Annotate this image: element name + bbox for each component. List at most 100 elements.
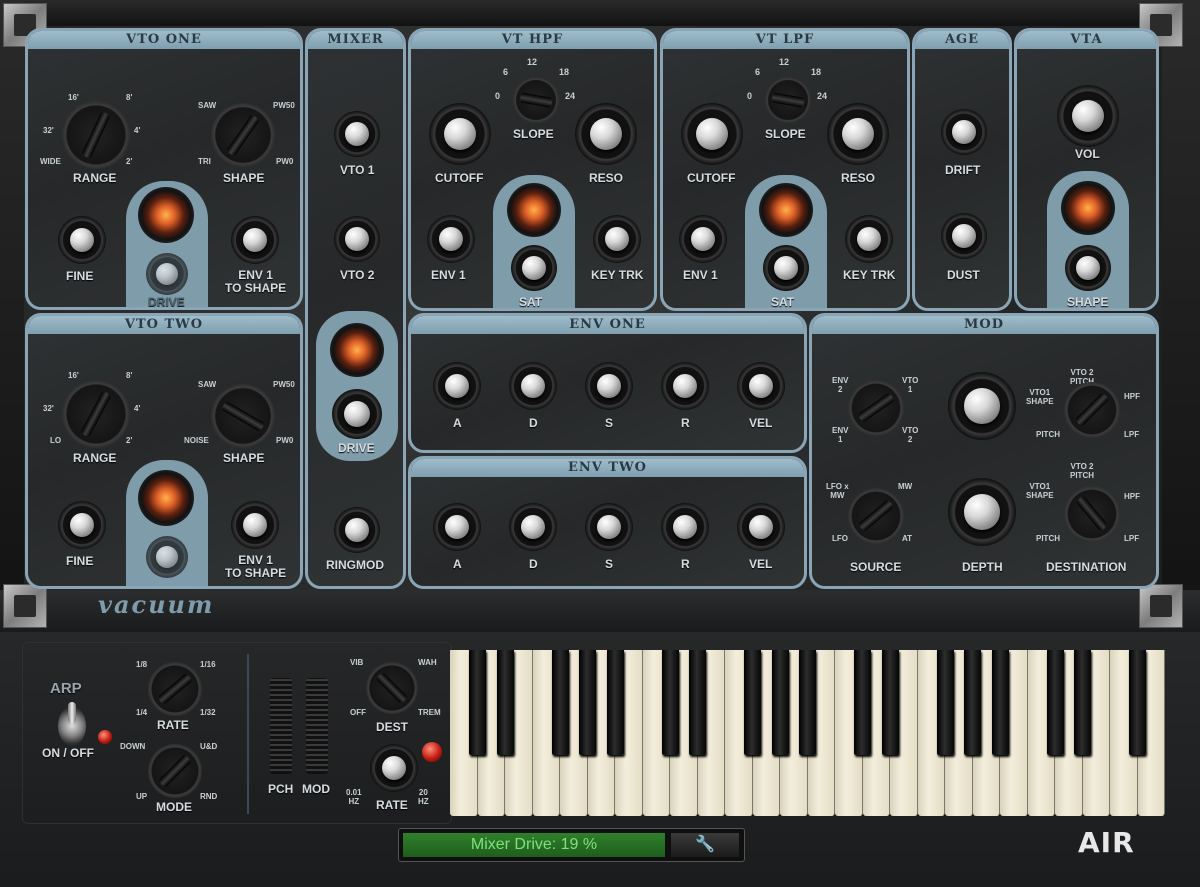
- env1-release-knob[interactable]: [661, 362, 709, 410]
- env2-release-knob[interactable]: [661, 503, 709, 551]
- drive-knob[interactable]: [146, 536, 188, 578]
- panel-title: MIXER: [308, 31, 403, 49]
- range-selector[interactable]: [62, 380, 130, 448]
- corner-bracket: [3, 584, 47, 628]
- slope-mark: 24: [817, 91, 828, 101]
- env1-velocity-knob[interactable]: [737, 362, 785, 410]
- mod2-depth-knob[interactable]: [948, 478, 1016, 546]
- vta-tube-icon: [1061, 181, 1115, 235]
- lfo-rate-knob[interactable]: [370, 744, 418, 792]
- mixer-panel: MIXER VTO 1 VTO 2 DRIVE RINGMOD: [305, 28, 406, 589]
- shape-selector[interactable]: [211, 103, 275, 167]
- hpf-cutoff-knob[interactable]: [429, 103, 491, 165]
- attack-label: A: [453, 557, 462, 571]
- env1-to-shape-knob[interactable]: [231, 501, 279, 549]
- black-key[interactable]: [661, 650, 679, 755]
- range-mark: 16': [68, 93, 79, 102]
- vto2-level-knob[interactable]: [334, 216, 380, 262]
- mod2-source-selector[interactable]: [848, 488, 904, 544]
- black-key[interactable]: [744, 650, 761, 755]
- black-key[interactable]: [991, 650, 1009, 755]
- hpf-env1-knob[interactable]: [427, 215, 475, 263]
- mod-sel-mark: VTO 2: [902, 426, 919, 444]
- divider: [247, 654, 249, 814]
- settings-button[interactable]: 🔧: [671, 833, 739, 857]
- env1-sustain-knob[interactable]: [585, 362, 633, 410]
- parameter-display: Mixer Drive: 19 %: [403, 833, 665, 857]
- env1-to-shape-knob[interactable]: [231, 216, 279, 264]
- dust-knob[interactable]: [941, 213, 987, 259]
- cutoff-label: CUTOFF: [435, 171, 484, 185]
- fine-knob[interactable]: [58, 501, 106, 549]
- lfo-dest-selector[interactable]: [366, 662, 418, 714]
- fine-knob[interactable]: [58, 216, 106, 264]
- hpf-key-trk-knob[interactable]: [593, 215, 641, 263]
- mod2-destination-selector[interactable]: [1064, 486, 1120, 542]
- release-label: R: [681, 416, 690, 430]
- hpf-sat-knob[interactable]: [511, 245, 557, 291]
- panel-title: AGE: [915, 31, 1009, 49]
- arp-mode-label: MODE: [156, 800, 192, 814]
- vta-shape-knob[interactable]: [1065, 245, 1111, 291]
- lpf-env1-knob[interactable]: [679, 215, 727, 263]
- black-key[interactable]: [964, 650, 981, 755]
- lpf-reso-knob[interactable]: [827, 103, 889, 165]
- black-key[interactable]: [1074, 650, 1091, 755]
- lpf-cutoff-knob[interactable]: [681, 103, 743, 165]
- hpf-reso-knob[interactable]: [575, 103, 637, 165]
- drift-knob[interactable]: [941, 109, 987, 155]
- shape-mark: PW50: [273, 380, 295, 389]
- black-key[interactable]: [1129, 650, 1146, 755]
- lfo-rate-mark: 0.01 HZ: [346, 788, 362, 806]
- sustain-label: S: [605, 557, 614, 571]
- ringmod-label: RINGMOD: [326, 558, 384, 572]
- black-key[interactable]: [881, 650, 899, 755]
- corner-bracket: [1139, 584, 1183, 628]
- lfo-dest-mark: TREM: [418, 708, 441, 717]
- lpf-key-trk-knob[interactable]: [845, 215, 893, 263]
- mod1-destination-selector[interactable]: [1064, 382, 1120, 438]
- black-key[interactable]: [771, 650, 789, 755]
- arp-mode-selector[interactable]: [148, 744, 202, 798]
- range-selector[interactable]: [62, 101, 130, 169]
- env2-attack-knob[interactable]: [433, 503, 481, 551]
- lpf-sat-knob[interactable]: [763, 245, 809, 291]
- lfo-rate-label: RATE: [376, 798, 408, 812]
- mod-sel-mark: AT: [902, 534, 913, 543]
- vto1-level-knob[interactable]: [334, 111, 380, 157]
- black-key[interactable]: [469, 650, 486, 755]
- black-key[interactable]: [1046, 650, 1064, 755]
- arp-rate-selector[interactable]: [148, 662, 202, 716]
- pitch-wheel[interactable]: [270, 678, 292, 774]
- drive-knob[interactable]: [146, 253, 188, 295]
- black-key[interactable]: [689, 650, 706, 755]
- black-key[interactable]: [854, 650, 871, 755]
- black-key[interactable]: [799, 650, 816, 755]
- env1-decay-knob[interactable]: [509, 362, 557, 410]
- range-mark: 8': [126, 371, 133, 380]
- range-mark: 32': [43, 404, 54, 413]
- mod-dest-mark: VTO 2 PITCH: [1070, 462, 1094, 480]
- env2-sustain-knob[interactable]: [585, 503, 633, 551]
- env1-attack-knob[interactable]: [433, 362, 481, 410]
- mixer-drive-knob[interactable]: [332, 389, 382, 439]
- black-key[interactable]: [496, 650, 514, 755]
- shape-label: SHAPE: [1067, 295, 1109, 309]
- black-key[interactable]: [579, 650, 596, 755]
- shape-selector[interactable]: [211, 384, 275, 448]
- mod-wheel[interactable]: [306, 678, 328, 774]
- env2-decay-knob[interactable]: [509, 503, 557, 551]
- sat-label: SAT: [519, 295, 543, 309]
- arp-on-off-switch[interactable]: [58, 702, 86, 746]
- mod1-source-selector[interactable]: [848, 380, 904, 436]
- black-key[interactable]: [551, 650, 569, 755]
- slope-selector[interactable]: [513, 77, 559, 123]
- ringmod-knob[interactable]: [334, 507, 380, 553]
- mod1-depth-knob[interactable]: [948, 372, 1016, 440]
- black-key[interactable]: [606, 650, 624, 755]
- mode-mark: UP: [136, 792, 148, 801]
- black-key[interactable]: [936, 650, 954, 755]
- env2-velocity-knob[interactable]: [737, 503, 785, 551]
- vol-knob[interactable]: [1057, 85, 1119, 147]
- slope-selector[interactable]: [765, 77, 811, 123]
